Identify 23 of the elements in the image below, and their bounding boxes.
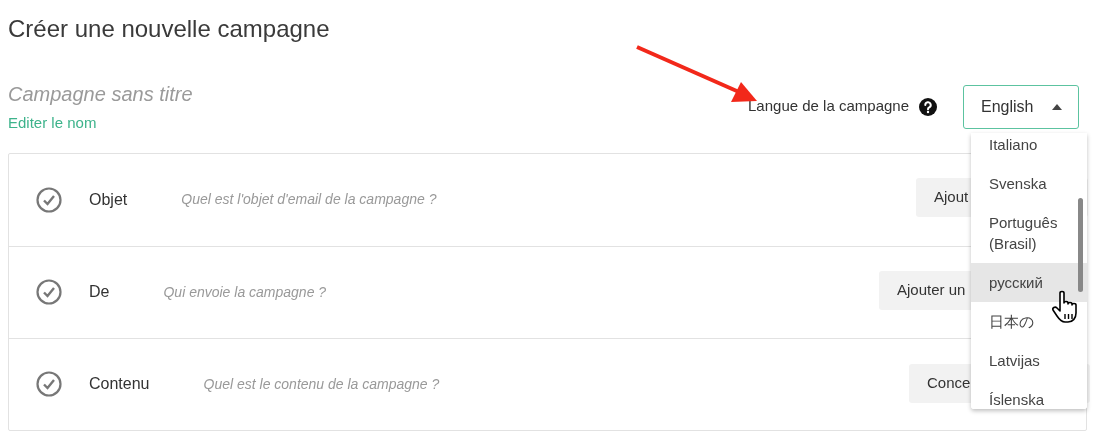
check-circle-icon [36,371,62,397]
language-option[interactable]: Português (Brasil) [971,203,1087,263]
language-select[interactable]: English [963,84,1079,129]
step-hint: Qui envoie la campagne ? [163,282,327,302]
scrollbar-thumb[interactable] [1078,198,1083,292]
language-option[interactable]: Svenska [971,164,1087,203]
check-circle-icon [36,279,62,305]
step-label: Objet [89,189,128,210]
language-option[interactable]: 日本の [971,302,1087,341]
step-label: De [89,282,110,302]
language-option[interactable]: русский [971,263,1087,302]
campaign-name-field[interactable]: Campagne sans titre [8,80,308,108]
step-label: Contenu [89,374,150,394]
language-option[interactable]: Italiano [971,133,1087,164]
language-label: Langue de la campagne [748,96,909,117]
check-circle-icon [36,186,62,213]
step-hint: Quel est l'objet d'email de la campagne ? [181,190,437,209]
language-option[interactable]: Íslenska [971,380,1087,409]
step-hint: Quel est le contenu de la campagne ? [203,374,440,394]
language-option[interactable]: Latvijas [971,341,1087,380]
caret-icon [1052,103,1062,110]
page-title: Créer une nouvelle campagne [8,14,330,44]
help-icon[interactable] [919,97,937,116]
